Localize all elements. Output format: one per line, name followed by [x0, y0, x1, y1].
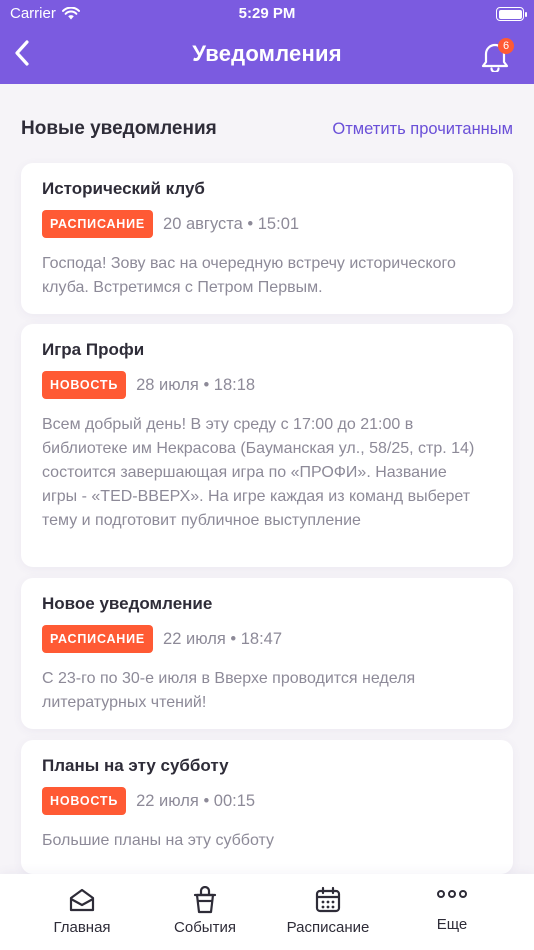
notification-text: С 23-го по 30-е июля в Вверхе проводится…	[42, 670, 416, 711]
notification-tag-badge: НОВОСТЬ	[42, 787, 127, 815]
notification-tag-badge: РАСПИСАНИЕ	[42, 210, 154, 238]
notification-count-badge: 6	[498, 38, 514, 54]
tab-events[interactable]: События	[138, 874, 272, 950]
mark-read-link[interactable]: Отметить прочитанным	[332, 120, 513, 139]
home-icon	[69, 888, 95, 912]
notification-date: 22 июля • 00:15	[136, 791, 256, 810]
tab-label: События	[174, 919, 236, 936]
notification-date: 20 августа • 15:01	[163, 214, 300, 233]
tab-label: Еще	[436, 916, 468, 933]
notifications-bell-button[interactable]: 6	[480, 38, 514, 72]
notification-meta: НОВОСТЬ 28 июля • 18:18	[42, 370, 492, 400]
notification-card[interactable]: Новое уведомление РАСПИСАНИЕ 22 июля • 1…	[21, 578, 513, 729]
notification-title: Новое уведомление	[42, 594, 213, 613]
tab-label: Расписание	[286, 919, 370, 936]
notification-date: 22 июля • 18:47	[163, 629, 283, 648]
notification-text: Всем добрый день! В эту среду с 17:00 до…	[42, 416, 475, 529]
notification-meta: РАСПИСАНИЕ 20 августа • 15:01	[42, 209, 492, 239]
notification-title: Игра Профи	[42, 340, 145, 359]
tab-bar: Главная События Расписание Еще	[0, 874, 534, 950]
header: Carrier 5:29 PM Уведомления 6	[0, 0, 534, 84]
notification-meta: РАСПИСАНИЕ 22 июля • 18:47	[42, 624, 492, 654]
tab-label: Главная	[53, 919, 111, 936]
notification-card[interactable]: Планы на эту субботу НОВОСТЬ 22 июля • 0…	[21, 740, 513, 874]
notification-text: Господа! Зову вас на очередную встречу и…	[42, 255, 456, 296]
notification-date: 28 июля • 18:18	[136, 375, 256, 394]
battery-icon	[496, 7, 527, 21]
section-header: Новые уведомления Отметить прочитанным	[21, 116, 513, 144]
notification-tag-badge: НОВОСТЬ	[42, 371, 127, 399]
more-icon	[437, 890, 467, 898]
notification-title: Планы на эту субботу	[42, 756, 229, 775]
notification-card[interactable]: Исторический клуб РАСПИСАНИЕ 20 августа …	[21, 163, 513, 314]
cup-icon	[193, 886, 217, 914]
tab-schedule[interactable]: Расписание	[261, 874, 395, 950]
notification-meta: НОВОСТЬ 22 июля • 00:15	[42, 786, 492, 816]
notification-tag-badge: РАСПИСАНИЕ	[42, 625, 154, 653]
page-title: Уведомления	[192, 41, 342, 66]
tab-more[interactable]: Еще	[385, 874, 519, 950]
calendar-icon	[315, 886, 341, 913]
tab-home[interactable]: Главная	[15, 874, 149, 950]
status-bar: Carrier 5:29 PM	[0, 0, 534, 28]
notification-title: Исторический клуб	[42, 179, 205, 198]
status-time: 5:29 PM	[238, 5, 296, 22]
section-title: Новые уведомления	[21, 118, 217, 139]
notification-text: Большие планы на эту субботу	[42, 832, 275, 849]
notification-card[interactable]: Игра Профи НОВОСТЬ 28 июля • 18:18 Всем …	[21, 324, 513, 567]
